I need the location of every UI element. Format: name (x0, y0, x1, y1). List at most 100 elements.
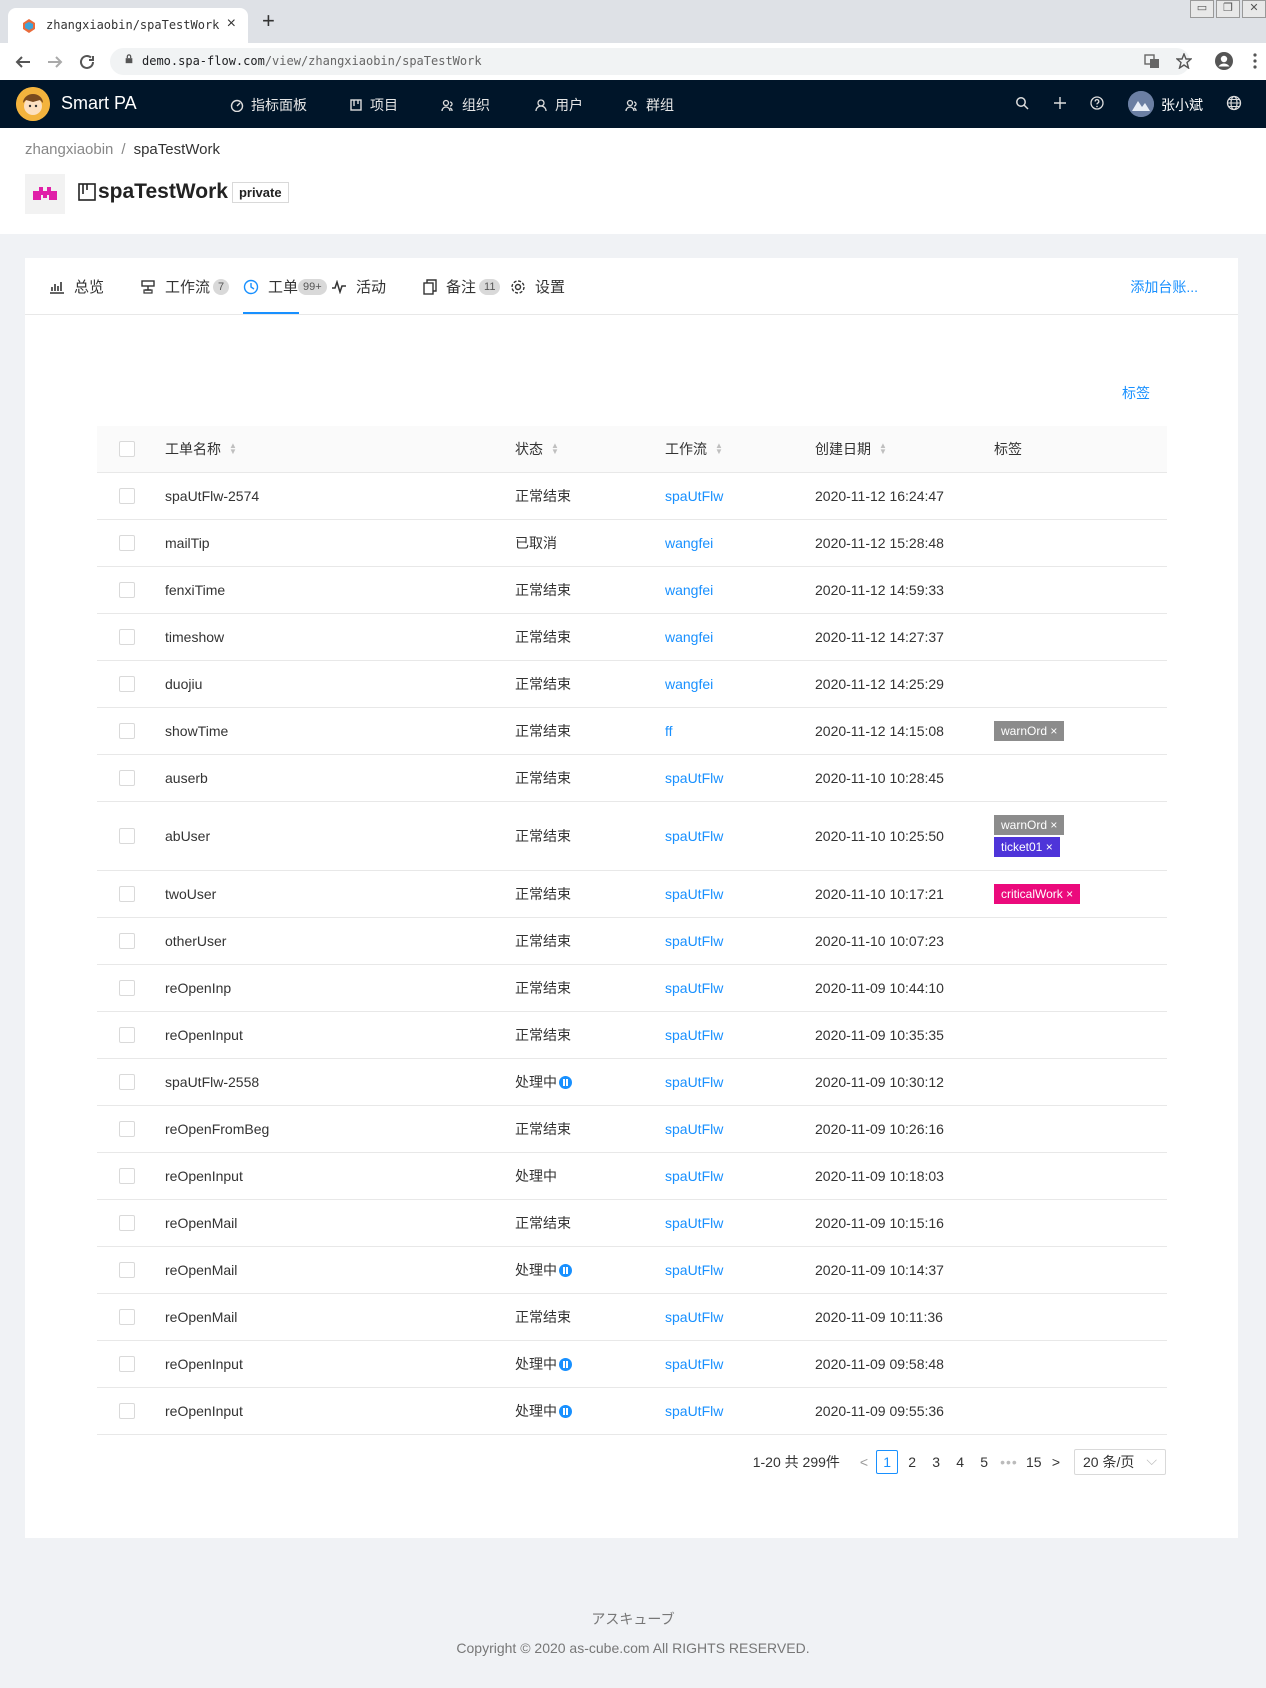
workflow-link[interactable]: spaUtFlw (665, 755, 723, 801)
ticket-name[interactable]: auserb (165, 755, 208, 801)
workflow-link[interactable]: spaUtFlw (665, 1059, 723, 1105)
workflow-link[interactable]: spaUtFlw (665, 1294, 723, 1340)
page-button[interactable]: 2 (902, 1454, 922, 1470)
user-name[interactable]: 张小斌 (1161, 95, 1203, 115)
table-row[interactable]: otherUser 正常结束 spaUtFlw 2020-11-10 10:07:23 (97, 918, 1167, 965)
sort-icon[interactable]: ▲ ▼ (551, 442, 559, 456)
row-checkbox[interactable] (119, 965, 135, 1011)
minimize-icon[interactable]: ▭ (1190, 0, 1214, 18)
table-row[interactable]: reOpenMail 正常结束 spaUtFlw 2020-11-09 10:11:3… (97, 1294, 1167, 1341)
sort-icon[interactable]: ▲ ▼ (229, 442, 237, 456)
ticket-name[interactable]: reOpenMail (165, 1200, 237, 1246)
breadcrumb-parent-link[interactable]: zhangxiaobin (25, 141, 113, 158)
column-header-date[interactable]: 创建日期 ▲ ▼ (815, 426, 887, 472)
table-row[interactable]: reOpenInput 处理中 spaUtFlw 2020-11-09 09:58:4… (97, 1341, 1167, 1388)
menu-dashboard[interactable]: 指标面板 (230, 95, 307, 115)
table-row[interactable]: reOpenInput 处理中 spaUtFlw 2020-11-09 09:55:3… (97, 1388, 1167, 1435)
ticket-name[interactable]: spaUtFlw-2558 (165, 1059, 259, 1105)
table-row[interactable]: reOpenFromBeg 正常结束 spaUtFlw 2020-11-09 10:2… (97, 1106, 1167, 1153)
table-row[interactable]: twoUser 正常结束 spaUtFlw 2020-11-10 10:17:21 cr… (97, 871, 1167, 918)
tab-workflows[interactable]: 工作流 7 (140, 276, 230, 297)
workflow-link[interactable]: spaUtFlw (665, 1200, 723, 1246)
user-avatar[interactable] (1128, 91, 1154, 117)
row-checkbox[interactable] (119, 755, 135, 801)
row-checkbox[interactable] (119, 661, 135, 707)
select-all-checkbox[interactable] (119, 426, 135, 472)
menu-users[interactable]: 用户 (534, 95, 583, 115)
row-checkbox[interactable] (119, 1247, 135, 1293)
workflow-link[interactable]: spaUtFlw (665, 802, 723, 870)
column-header-status[interactable]: 状态 ▲ ▼ (515, 426, 559, 472)
pause-icon[interactable] (559, 1263, 572, 1277)
table-row[interactable]: reOpenMail 处理中 spaUtFlw 2020-11-09 10:14:37 (97, 1247, 1167, 1294)
workflow-link[interactable]: spaUtFlw (665, 871, 723, 917)
reload-icon[interactable] (78, 53, 96, 71)
row-checkbox[interactable] (119, 1341, 135, 1387)
table-row[interactable]: spaUtFlw-2574 正常结束 spaUtFlw 2020-11-12 16:2… (97, 473, 1167, 520)
back-arrow-icon[interactable] (14, 53, 32, 71)
tab-overview[interactable]: 总览 (49, 276, 104, 297)
sort-icon[interactable]: ▲ ▼ (715, 442, 723, 456)
forward-arrow-icon[interactable] (46, 53, 64, 71)
search-icon[interactable] (1015, 96, 1029, 110)
row-checkbox[interactable] (119, 1388, 135, 1434)
bookmark-star-icon[interactable] (1176, 53, 1192, 69)
row-checkbox[interactable] (119, 1294, 135, 1340)
ticket-name[interactable]: spaUtFlw-2574 (165, 473, 259, 519)
table-row[interactable]: auserb 正常结束 spaUtFlw 2020-11-10 10:28:45 (97, 755, 1167, 802)
browser-tab[interactable]: zhangxiaobin/spaTestWork × (8, 8, 248, 43)
page-button[interactable]: 5 (974, 1454, 994, 1470)
workflow-link[interactable]: spaUtFlw (665, 918, 723, 964)
profile-icon[interactable] (1214, 51, 1234, 71)
translate-icon[interactable] (1144, 53, 1160, 69)
row-checkbox[interactable] (119, 614, 135, 660)
next-page-icon[interactable]: > (1052, 1454, 1060, 1470)
workflow-link[interactable]: wangfei (665, 661, 713, 707)
tab-settings[interactable]: 设置 (510, 276, 565, 297)
ticket-name[interactable]: reOpenMail (165, 1294, 237, 1340)
ticket-name[interactable]: otherUser (165, 918, 226, 964)
plus-icon[interactable] (1053, 96, 1067, 110)
workflow-link[interactable]: spaUtFlw (665, 473, 723, 519)
row-checkbox[interactable] (119, 708, 135, 754)
ticket-name[interactable]: twoUser (165, 871, 216, 917)
pause-icon[interactable] (559, 1075, 572, 1089)
ticket-name[interactable]: duojiu (165, 661, 202, 707)
menu-projects[interactable]: 项目 (349, 95, 398, 115)
workflow-link[interactable]: wangfei (665, 520, 713, 566)
workflow-link[interactable]: spaUtFlw (665, 1106, 723, 1152)
workflow-link[interactable]: ff (665, 708, 673, 754)
ticket-name[interactable]: abUser (165, 802, 210, 870)
tag-pill[interactable]: ticket01 × (994, 837, 1060, 857)
language-globe-icon[interactable] (1226, 95, 1242, 111)
tag-pill[interactable]: warnOrd × (994, 721, 1065, 741)
close-window-icon[interactable]: ✕ (1242, 0, 1266, 18)
pause-icon[interactable] (559, 1404, 572, 1418)
workflow-link[interactable]: spaUtFlw (665, 965, 723, 1011)
row-checkbox[interactable] (119, 871, 135, 917)
row-checkbox[interactable] (119, 1059, 135, 1105)
tag-pill[interactable]: warnOrd × (994, 815, 1065, 835)
ticket-name[interactable]: reOpenFromBeg (165, 1106, 269, 1152)
tab-activity[interactable]: 活动 (331, 276, 386, 297)
tags-link[interactable]: 标签 (1122, 383, 1150, 403)
row-checkbox[interactable] (119, 918, 135, 964)
row-checkbox[interactable] (119, 1200, 135, 1246)
table-row[interactable]: fenxiTime 正常结束 wangfei 2020-11-12 14:59:33 (97, 567, 1167, 614)
ticket-name[interactable]: reOpenInput (165, 1012, 243, 1058)
pause-icon[interactable] (559, 1357, 572, 1371)
table-row[interactable]: reOpenInput 正常结束 spaUtFlw 2020-11-09 10:35:… (97, 1012, 1167, 1059)
add-ledger-link[interactable]: 添加台账... (1130, 277, 1198, 297)
page-button-last[interactable]: 15 (1024, 1454, 1044, 1470)
ticket-name[interactable]: mailTip (165, 520, 210, 566)
url-field[interactable]: demo.spa-flow.com/view/zhangxiaobin/spaT… (110, 48, 1190, 75)
prev-page-icon[interactable]: < (860, 1454, 868, 1470)
ticket-name[interactable]: reOpenMail (165, 1247, 237, 1293)
ticket-name[interactable]: reOpenInput (165, 1388, 243, 1434)
page-size-select[interactable]: 20 条/页 ⌵ (1074, 1449, 1166, 1475)
row-checkbox[interactable] (119, 1153, 135, 1199)
ticket-name[interactable]: fenxiTime (165, 567, 225, 613)
column-header-workflow[interactable]: 工作流 ▲ ▼ (665, 426, 723, 472)
table-row[interactable]: reOpenInp 正常结束 spaUtFlw 2020-11-09 10:44:10 (97, 965, 1167, 1012)
workflow-link[interactable]: wangfei (665, 567, 713, 613)
